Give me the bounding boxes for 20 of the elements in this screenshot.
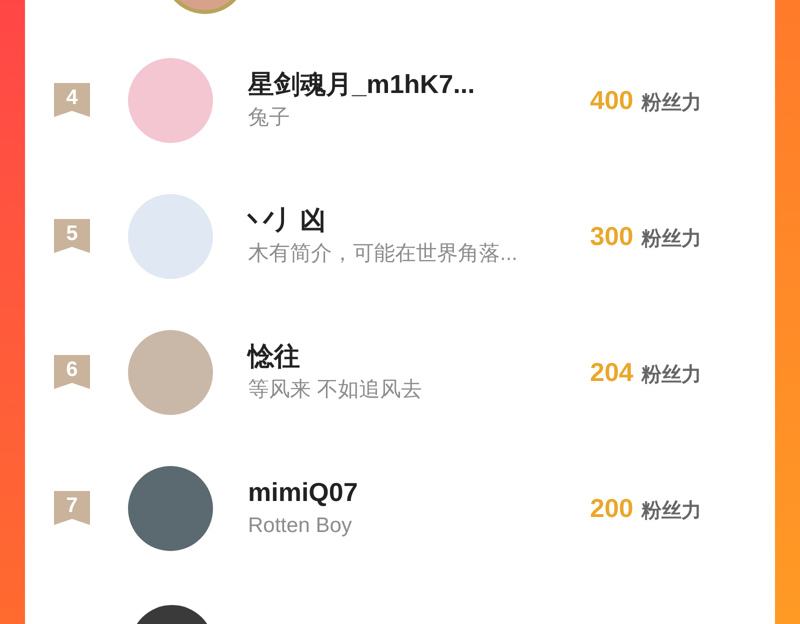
fan-unit: 粉丝力 <box>641 90 702 116</box>
user-name[interactable]: mimiQ07 <box>248 475 578 509</box>
user-name[interactable]: 丷丿凶 <box>248 203 578 237</box>
fan-count: 300 <box>590 220 634 252</box>
user-bio: 等风来 不如追风去 <box>248 377 423 403</box>
user-name[interactable]: 星剑魂月_m1hK7... <box>248 67 578 101</box>
fan-count: 400 <box>590 84 634 116</box>
user-name[interactable]: 惗往 <box>248 339 578 373</box>
user-bio: 兔子 <box>248 105 291 131</box>
fan-unit: 粉丝力 <box>641 498 702 524</box>
fan-count: 200 <box>590 492 634 524</box>
rank-badge: 7 <box>54 491 90 525</box>
user-bio: Rotten Boy <box>248 513 353 539</box>
fan-unit: 粉丝力 <box>641 362 702 388</box>
rank-badge: 4 <box>54 83 90 117</box>
rank-badge: 5 <box>54 219 90 253</box>
fan-count: 204 <box>590 356 634 388</box>
rank-badge: 6 <box>54 355 90 389</box>
fan-unit: 粉丝力 <box>641 226 702 252</box>
user-bio: 木有简介，可能在世界角落... <box>248 241 519 267</box>
